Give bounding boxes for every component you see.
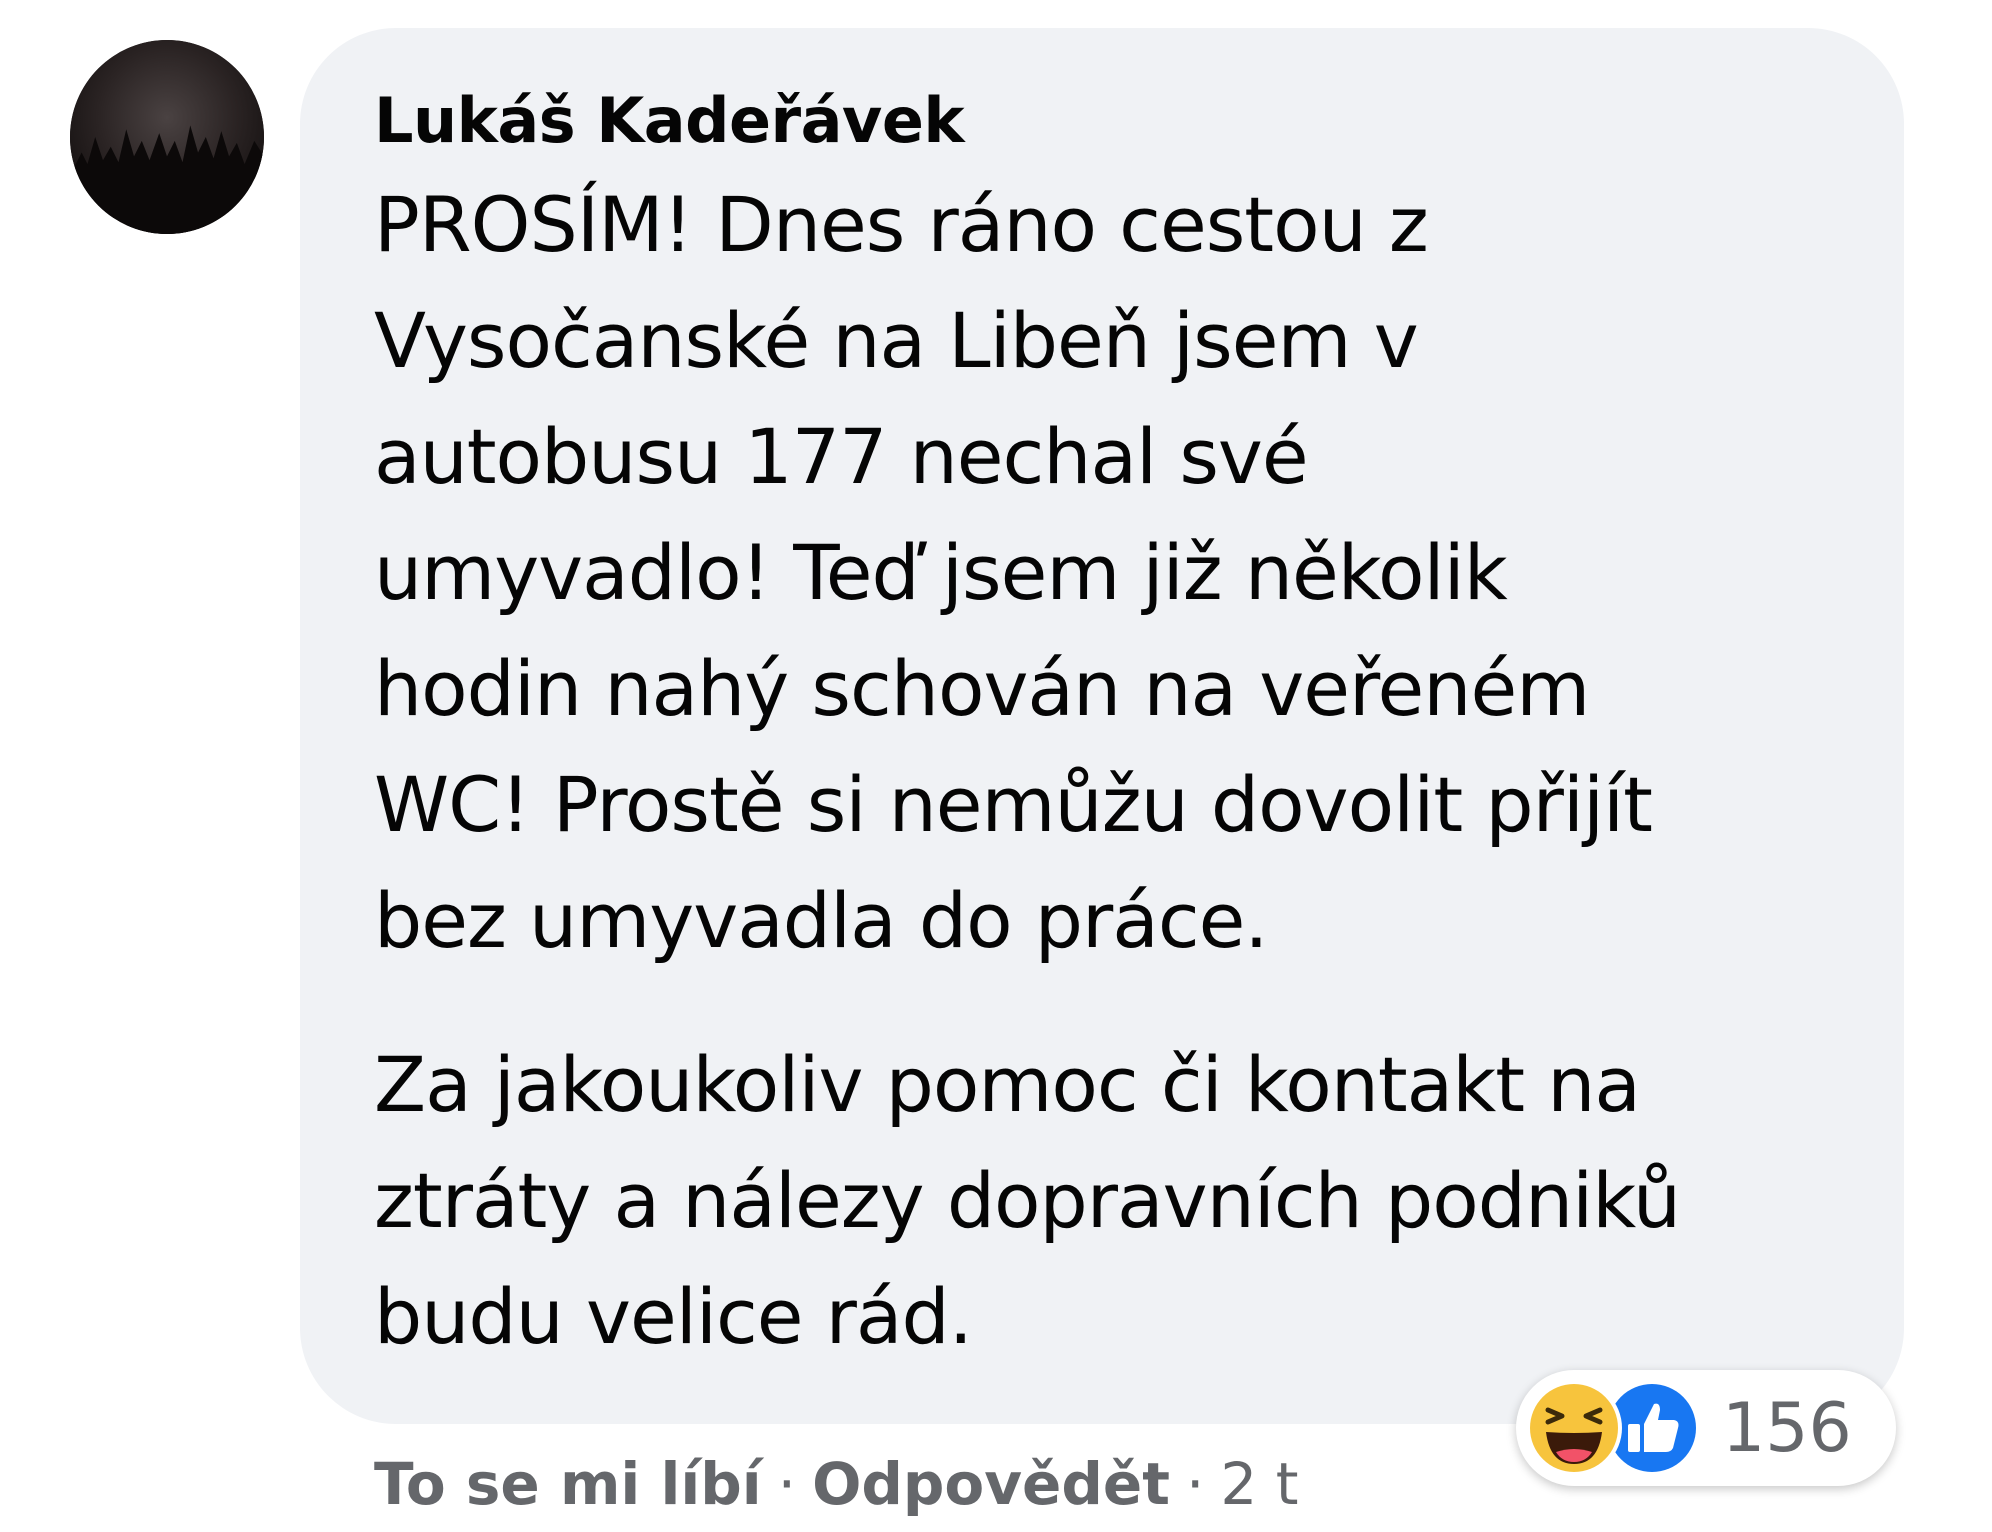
avatar[interactable] [70, 40, 264, 234]
reply-button[interactable]: Odpovědět [812, 1450, 1170, 1518]
comment-line: bez umyvadla do práce. [374, 876, 1269, 965]
haha-icon [1524, 1378, 1624, 1478]
comment-line: autobusu 177 nechal své [374, 412, 1309, 501]
comment-bubble: Lukáš Kadeřávek PROSÍM! Dnes ráno cestou… [300, 28, 1904, 1424]
reaction-count: 156 [1722, 1388, 1852, 1468]
comment-line: ztráty a nálezy dopravních podniků [374, 1156, 1681, 1245]
comment-line: Za jakoukoliv pomoc či kontakt na [374, 1040, 1641, 1129]
avatar-forest-image [70, 40, 264, 234]
separator-dot: · [777, 1450, 797, 1518]
comment-line: budu velice rád. [374, 1272, 973, 1361]
comment-line: PROSÍM! Dnes ráno cestou z [374, 180, 1429, 269]
comment-line: WC! Prostě si nemůžu dovolit přijít [374, 760, 1653, 849]
reactions-summary[interactable]: 156 [1516, 1370, 1896, 1486]
comment-paragraph-1: PROSÍM! Dnes ráno cestou z Vysočanské na… [374, 167, 1844, 979]
comment-author[interactable]: Lukáš Kadeřávek [374, 83, 1844, 159]
comment-actions: To se mi líbí · Odpovědět · 2 t [374, 1442, 1299, 1526]
comment-line: Vysočanské na Libeň jsem v [374, 296, 1419, 385]
separator-dot: · [1185, 1450, 1205, 1518]
like-button[interactable]: To se mi líbí [374, 1450, 762, 1518]
comment-paragraph-2: Za jakoukoliv pomoc či kontakt na ztráty… [374, 1027, 1844, 1375]
timestamp[interactable]: 2 t [1220, 1450, 1298, 1518]
comment-line: umyvadlo! Teď jsem již několik [374, 528, 1508, 617]
comment-line: hodin nahý schován na veřeném [374, 644, 1590, 733]
